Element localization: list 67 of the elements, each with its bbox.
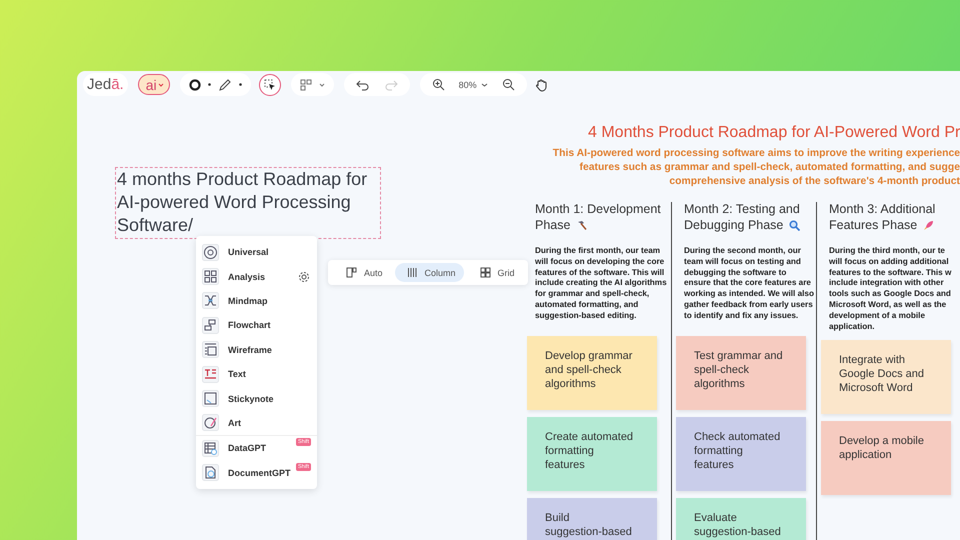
menu-item-icon [202,464,219,482]
magnifier-icon [789,220,800,231]
month-heading: Phase [535,218,570,233]
month-heading: Month 2: Testing and [684,202,800,218]
month-description: During the first month, our team will focus on developing the core features of the software. This will include creating the AI algorithms for grammar and spell-check, automated formatting, and suggestion-based editing. [535,246,667,322]
auto-layout-icon [346,267,357,278]
columns-icon [406,267,418,278]
menu-item-icon [202,390,219,408]
cursor-selection-icon [264,78,276,90]
menu-item-label[interactable]: Analysis [228,272,266,282]
caret-icon [318,82,325,86]
sticky-note[interactable]: Evaluate suggestion-based [676,498,806,540]
month-heading: Month 1: Development [535,202,661,218]
sticky-note[interactable]: Develop a mobile application [821,421,951,496]
grid-icon [480,267,491,278]
menu-item-icon [202,440,219,457]
month-heading: Debugging Phase [684,218,784,233]
rocket-icon [923,220,934,231]
dot-icon [208,83,211,86]
menu-item-icon [202,292,219,310]
sticky-note[interactable]: Create automated formatting features [527,417,657,491]
circle-icon[interactable] [188,78,201,90]
menu-item-icon [202,316,219,334]
menu-item-icon [202,414,219,432]
grid-icon [300,78,312,90]
pen-icon[interactable] [218,78,232,92]
menu-item-label[interactable]: Text [228,369,246,380]
sticky-note[interactable]: Check automated formatting features [676,417,806,491]
menu-item-icon [202,268,219,286]
menu-item-label[interactable]: DocumentGPT [228,468,291,478]
menu-item-label[interactable]: Flowchart [228,320,271,330]
month-heading: Features Phase [829,218,918,233]
zoom-level-dropdown[interactable]: 80% [458,80,488,90]
layout-option[interactable]: Column [394,263,464,282]
ai-button[interactable]: ai [138,74,170,95]
zoom-in-icon[interactable] [432,78,445,91]
undo-icon[interactable] [356,78,370,90]
logo[interactable]: Jedā. [83,73,128,96]
month-description: During the third month, our te will focus on adding additional features to the software. This w include integration with other tools such as Google Docs and Microsoft Word, as well as the development of a mobile application. [829,246,952,332]
month-description: During the second month, our team will focus on testing and debugging the software to ensure that the core features are working as intended. We will also gather feedback from early users to identify and fix any issues. [684,246,812,322]
menu-item-label[interactable]: Mindmap [228,296,268,306]
sticky-note[interactable]: Build suggestion-based [527,498,657,540]
hand-icon[interactable] [534,78,548,92]
hammer-icon [576,220,588,231]
zoom-out-icon[interactable] [502,78,515,91]
caret-icon [158,82,164,86]
layout-dropdown[interactable] [290,73,334,96]
menu-item-label[interactable]: Stickynote [228,394,274,404]
sticky-note[interactable]: Test grammar and spell-check algorithms [676,336,806,410]
menu-item-icon [202,366,219,383]
select-tool-button[interactable] [258,74,281,96]
caret-icon [480,82,488,86]
menu-item-label[interactable]: Art [228,418,241,428]
sticky-note[interactable]: Integrate with Google Docs and Microsoft Word [821,340,951,414]
dot-icon [238,83,242,86]
layout-option[interactable]: Grid [468,263,523,282]
roadmap-title: 4 Months Product Roadmap for AI-Powered Word Pr [588,124,960,142]
menu-item-icon [202,341,219,358]
roadmap-subtitle: This AI-powered word processing software aims to improve the writing experience features such as grammar and spell-check, automated formatting, and sugge comprehensive analysis of the software's 4-month product [552,147,960,189]
menu-item-label[interactable]: Universal [228,247,269,258]
settings-icon[interactable] [298,270,310,283]
menu-item-icon [202,244,219,261]
menu-item-label[interactable]: Wireframe [228,344,272,355]
sticky-note[interactable]: Develop grammar and spell-check algorithms [527,336,657,410]
menu-item-label[interactable]: DataGPT [228,443,266,454]
layout-option[interactable]: Auto [334,263,391,282]
month-heading: Month 3: Additional [829,202,936,218]
